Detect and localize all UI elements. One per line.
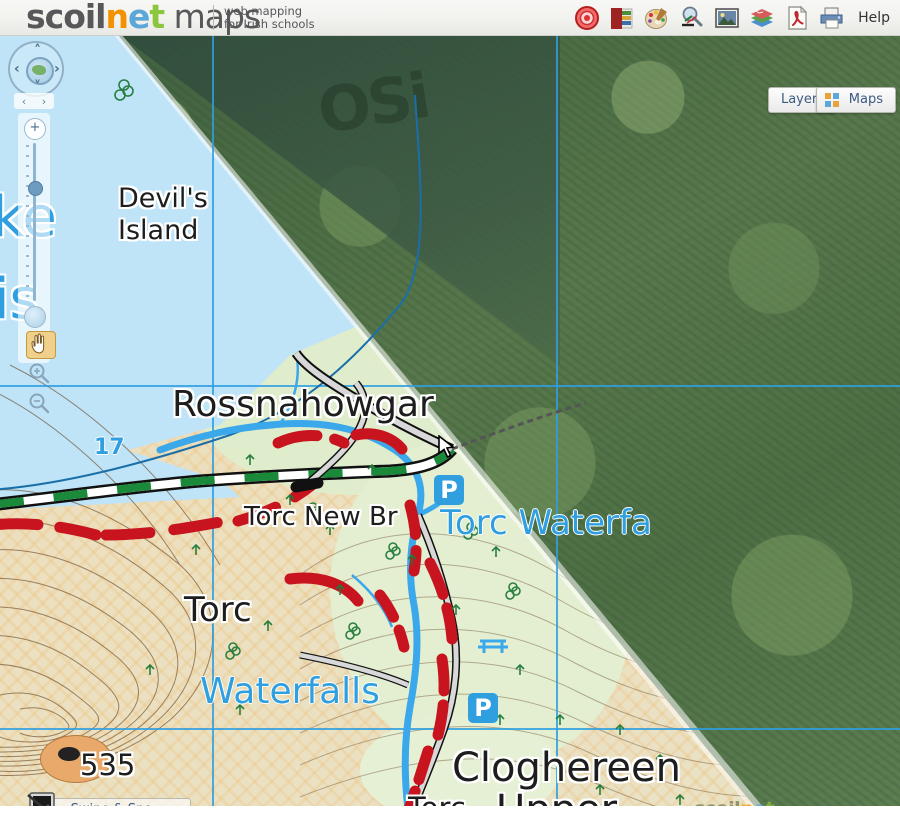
zoom-in-plus-button[interactable]: + xyxy=(24,118,46,140)
image-icon[interactable] xyxy=(714,5,740,31)
previous-extent-button[interactable]: ‹ xyxy=(22,95,26,108)
map-navigation-control: ˄ ˅ ‹ › ‹ › + xyxy=(6,41,64,414)
header-toolbar: Help xyxy=(574,2,890,34)
logo-divider xyxy=(213,5,214,30)
maps-button[interactable]: Maps xyxy=(815,87,896,113)
help-link[interactable]: Help xyxy=(858,10,890,26)
grid-squares-icon xyxy=(824,93,839,107)
pan-control-ring[interactable]: ˄ ˅ ‹ › xyxy=(8,41,64,97)
maps-button-label: Maps xyxy=(848,92,883,107)
logo-text-n: n xyxy=(105,0,129,36)
zoom-out-tool-button[interactable] xyxy=(26,391,54,417)
book-icon[interactable] xyxy=(609,5,635,31)
pan-down-arrow[interactable]: ˅ xyxy=(34,80,41,94)
zoom-in-tool-button[interactable] xyxy=(26,361,54,387)
pan-right-arrow[interactable]: › xyxy=(54,62,60,76)
pan-left-arrow[interactable]: ‹ xyxy=(14,62,20,76)
zoom-slider-track[interactable] xyxy=(33,143,36,301)
logo-text-t: t xyxy=(149,0,165,36)
measure-icon[interactable] xyxy=(679,5,705,31)
prev-next-extent-control: ‹ › xyxy=(14,93,54,109)
pdf-icon[interactable] xyxy=(784,5,810,31)
pan-hand-tool-button[interactable] xyxy=(26,331,56,359)
pan-up-arrow[interactable]: ˄ xyxy=(34,44,41,58)
parking-symbol: P xyxy=(434,475,464,505)
scoilnet-maps-app: scoilnet maps web mapping for Irish scho… xyxy=(0,0,900,813)
zoom-slider-thumb[interactable] xyxy=(28,181,43,196)
window-bottom-edge xyxy=(0,806,900,813)
zoom-full-extent-globe-icon[interactable] xyxy=(24,306,46,328)
app-header: scoilnet maps web mapping for Irish scho… xyxy=(0,0,900,36)
logo-text-e: e xyxy=(128,0,150,36)
tagline-line-2: for Irish schools xyxy=(224,17,315,31)
zoom-slider-ticks xyxy=(26,145,29,297)
map-vector-features xyxy=(0,79,685,813)
printer-icon[interactable] xyxy=(819,5,845,31)
layers-stack-icon[interactable] xyxy=(749,5,775,31)
app-tagline: web mapping for Irish schools xyxy=(224,5,315,31)
next-extent-button[interactable]: › xyxy=(42,95,46,108)
zoom-slider-panel: + xyxy=(18,113,56,414)
logo-text-scoil: scoil xyxy=(26,0,106,36)
spot-height-label: 535 xyxy=(80,748,136,782)
parking-symbol: P xyxy=(468,693,498,723)
record-target-icon[interactable] xyxy=(574,5,600,31)
palette-icon[interactable] xyxy=(644,5,670,31)
spot-height-dot xyxy=(58,747,80,761)
map-canvas[interactable]: OSi P P 535 Devil's Island 17 Rossnahowg… xyxy=(0,35,900,813)
